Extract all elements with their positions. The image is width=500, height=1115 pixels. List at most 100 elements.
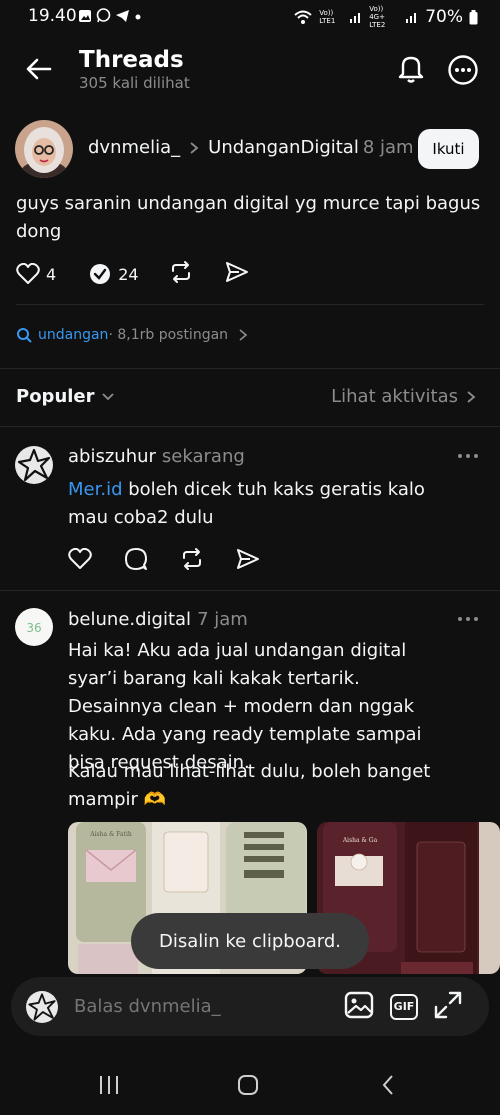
battery-icon: [469, 9, 478, 24]
image-icon: [344, 991, 374, 1018]
post-author-avatar[interactable]: [15, 120, 73, 178]
toast-message: Disalin ke clipboard.: [131, 913, 369, 969]
repost-button[interactable]: [169, 260, 193, 288]
telegram-icon: [116, 9, 129, 22]
reply-avatar[interactable]: [15, 446, 53, 484]
reply-meta: belune.digital 7 jam: [68, 609, 248, 630]
activity-label: Lihat aktivitas: [331, 386, 458, 407]
chevron-down-icon: [101, 392, 114, 400]
network-1-label: Vo)) LTE1: [319, 9, 336, 25]
notification-icons: [78, 8, 142, 23]
more-horizontal-icon: [458, 617, 478, 621]
reply-button[interactable]: 24: [88, 262, 139, 286]
more-options-button[interactable]: [446, 53, 480, 87]
topic-tag: undangan: [38, 327, 109, 343]
battery-percent: 70%: [425, 7, 463, 27]
like-count: 4: [46, 264, 57, 284]
sort-dropdown[interactable]: Populer: [16, 386, 115, 407]
post-actions: 4 24: [16, 260, 249, 288]
expand-composer-button[interactable]: [434, 991, 462, 1023]
share-button[interactable]: [236, 548, 260, 574]
recent-apps-icon: [100, 1076, 118, 1094]
wifi-icon: [294, 10, 312, 24]
back-icon: [382, 1075, 393, 1095]
view-activity-link[interactable]: Lihat aktivitas: [331, 386, 476, 407]
recent-apps-button[interactable]: [98, 1075, 120, 1099]
repost-button[interactable]: [180, 547, 204, 575]
post-meta: dvnmelia_ UndanganDigital 8 jam: [88, 137, 414, 158]
reply-text: Mer.id boleh dicek tuh kaks geratis kalo…: [68, 476, 468, 532]
divider: [0, 368, 500, 369]
attach-image-button[interactable]: [344, 991, 374, 1023]
signal-icon: [350, 13, 361, 23]
post-username[interactable]: dvnmelia_: [88, 137, 180, 158]
status-right: Vo)) LTE1 Vo)) 4G+ LTE2 70%: [293, 5, 478, 29]
expand-icon: [434, 991, 462, 1018]
post-text: guys saranin undangan digital yg murce t…: [16, 193, 481, 242]
divider: [0, 426, 500, 427]
send-icon: [237, 549, 259, 569]
notification-button[interactable]: [394, 52, 428, 86]
share-button[interactable]: [225, 261, 249, 287]
belune-logo-icon: 36: [26, 621, 41, 635]
chevron-right-icon: [239, 329, 248, 341]
reply-avatar[interactable]: 36: [15, 608, 53, 646]
status-bar: 19.40 Vo)) LTE1 Vo)) 4G+ LTE2 70%: [0, 0, 500, 34]
gif-button[interactable]: GIF: [390, 993, 418, 1020]
reply-composer: GIF: [11, 977, 489, 1036]
network-2-label: Vo)) 4G+ LTE2: [369, 5, 386, 29]
chevron-right-icon: [190, 141, 199, 154]
status-time: 19.40: [28, 6, 77, 26]
divider: [0, 590, 500, 591]
home-icon: [238, 1075, 258, 1095]
topic-count: · 8,1rb postingan: [108, 327, 229, 343]
heart-icon: [16, 263, 40, 284]
repost-icon: [183, 548, 201, 570]
repost-icon: [171, 261, 190, 283]
reply-body: boleh dicek tuh kaks geratis kalo mau co…: [68, 479, 425, 528]
post-topic[interactable]: UndanganDigital: [208, 137, 359, 158]
like-button[interactable]: [68, 547, 92, 574]
system-nav-bar: [0, 1050, 500, 1115]
gallery-icon: [79, 9, 91, 22]
back-nav-button[interactable]: [380, 1074, 396, 1100]
follow-button[interactable]: Ikuti: [418, 129, 479, 169]
chevron-right-icon: [467, 390, 476, 403]
reply-paragraph: Hai ka! Aku ada jual undangan digital sy…: [68, 640, 422, 773]
avatar-image: [15, 120, 73, 178]
like-button[interactable]: 4: [16, 263, 56, 285]
reply-time: sekarang: [161, 446, 245, 467]
composer-avatar: [26, 990, 58, 1023]
signal-2-icon: [406, 13, 417, 23]
thumb-caption: Aisha & Ga: [342, 837, 378, 844]
divider: [16, 304, 484, 305]
more-horizontal-icon: [458, 454, 478, 458]
gif-label: GIF: [393, 1000, 415, 1013]
post-time: 8 jam: [362, 137, 414, 158]
user-avatar-icon: [28, 992, 56, 1021]
reply-input[interactable]: [74, 996, 324, 1017]
reply-button[interactable]: [124, 547, 148, 575]
reply-more-button[interactable]: [456, 446, 482, 466]
bell-icon: [398, 56, 424, 83]
reply-username[interactable]: belune.digital: [68, 609, 191, 630]
home-button[interactable]: [237, 1074, 259, 1100]
reply-bubble-icon: [90, 264, 111, 284]
send-icon: [225, 262, 248, 282]
whatsapp-icon: [96, 8, 111, 23]
reply-time: 7 jam: [197, 609, 248, 630]
back-button[interactable]: [22, 52, 56, 86]
reply-meta: abiszuhur sekarang: [68, 446, 245, 467]
svg-text:36: 36: [26, 621, 41, 635]
view-count: 305 kali dilihat: [79, 74, 190, 92]
reply-actions: [68, 547, 260, 575]
arrow-left-icon: [26, 58, 52, 80]
reply-more-button[interactable]: [456, 609, 482, 629]
topic-row[interactable]: undangan · 8,1rb postingan: [16, 327, 248, 343]
search-icon: [17, 328, 32, 343]
more-circle-icon: [448, 55, 478, 85]
abiszuhur-avatar-image: [17, 448, 51, 482]
reply-username[interactable]: abiszuhur: [68, 446, 156, 467]
reply-count: 24: [118, 264, 139, 284]
reply-link[interactable]: Mer.id: [68, 479, 123, 500]
